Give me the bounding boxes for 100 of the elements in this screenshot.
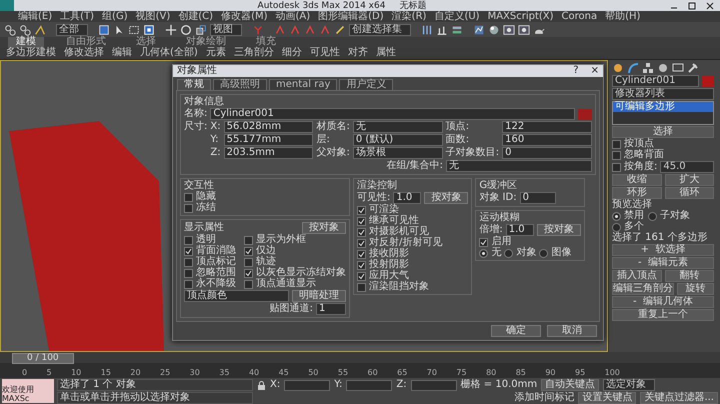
motion-tab-icon[interactable] (657, 62, 669, 74)
checkbox[interactable] (357, 272, 366, 280)
ribbon-group-label[interactable]: 属性 (376, 48, 396, 59)
rect-icon[interactable] (128, 24, 140, 36)
z-coordinate-field[interactable] (410, 380, 457, 390)
rotate-icon[interactable] (180, 24, 192, 36)
dialog-tab[interactable]: 用户定义 (339, 79, 394, 90)
menu-item[interactable]: 组(G) (102, 12, 128, 22)
checkbox[interactable] (244, 258, 253, 266)
menu-item[interactable]: 创建(C) (178, 12, 214, 22)
radio-button[interactable] (479, 248, 488, 258)
auto-key-button[interactable]: 自动关键点 (541, 379, 600, 391)
object-name-field[interactable]: Cylinder001 (612, 75, 699, 87)
by-object-button[interactable]: 按对象 (302, 222, 346, 234)
key-target-dropdown[interactable]: 选定对象 (603, 379, 656, 391)
menu-item[interactable]: 渲染(R) (392, 12, 426, 22)
radio-button[interactable] (504, 248, 514, 258)
checkbox[interactable] (244, 268, 253, 278)
hierarchy-tab-icon[interactable] (642, 62, 654, 74)
modify-tab-icon[interactable] (627, 62, 639, 74)
ribbon-tab[interactable]: 建模 (8, 37, 44, 48)
dialog-button[interactable]: 确定 (491, 325, 541, 337)
close-icon[interactable] (706, 2, 714, 10)
angle-field[interactable]: 45.0 (660, 161, 714, 173)
checkbox[interactable] (612, 162, 621, 172)
menu-item[interactable]: 工具(T) (60, 12, 94, 22)
checkbox[interactable] (244, 280, 253, 288)
ribbon-group-label[interactable]: 几何体(全部) (140, 48, 198, 59)
modifier-stack-item[interactable]: 可编辑多边形 (613, 102, 713, 112)
panel-button[interactable]: 收缩 (612, 174, 662, 186)
rollout-header[interactable]: + 软选择 (612, 244, 714, 256)
radio-button[interactable] (612, 222, 621, 232)
set-key-button[interactable]: 设置关键点 (578, 392, 636, 404)
checkbox[interactable] (357, 282, 366, 292)
reference-coordinate-dropdown[interactable]: 视图 (210, 24, 242, 36)
panel-button[interactable]: 编辑三角剖分 (612, 283, 674, 295)
visibility-field[interactable]: 1.0 (393, 192, 422, 204)
checkbox[interactable] (184, 258, 193, 266)
maxscript-listener-field[interactable]: 欢迎使用 MAXSc (2, 379, 54, 403)
modifier-list-dropdown[interactable]: 修改器列表 (612, 88, 714, 100)
menu-item[interactable]: Corona (562, 12, 598, 22)
checkbox[interactable] (184, 204, 193, 212)
ribbon-group-label[interactable]: 细分 (282, 48, 302, 59)
multiplier-field[interactable]: 1.0 (506, 224, 534, 236)
menu-item[interactable]: 编辑(E) (18, 12, 52, 22)
named-selection-dropdown[interactable]: 创建选择集 (349, 24, 411, 36)
selection-filter-dropdown[interactable]: 全部 (56, 24, 88, 36)
ribbon-group-label[interactable]: 对齐 (348, 48, 368, 59)
shaded-button[interactable]: 明暗处理 (292, 290, 346, 302)
help-button[interactable]: ? (573, 66, 579, 76)
checkbox[interactable] (357, 238, 366, 248)
key-filters-button[interactable]: 关键点过滤器... (640, 392, 718, 404)
checkbox[interactable] (184, 236, 193, 244)
x-coordinate-field[interactable] (284, 380, 330, 390)
ribbon-tab[interactable]: 对象绘制 (178, 37, 234, 48)
checkbox[interactable] (357, 216, 366, 226)
checkbox[interactable] (357, 206, 366, 214)
checkbox[interactable] (184, 280, 193, 288)
panel-button[interactable]: 循环 (664, 187, 714, 199)
checkbox[interactable] (244, 236, 253, 244)
panel-button[interactable]: 扩大 (664, 174, 714, 186)
name-field[interactable]: Cylinder001 (210, 108, 575, 120)
checkbox[interactable] (357, 228, 366, 236)
radio-button[interactable] (648, 212, 657, 220)
rollout-header[interactable]: - 编辑几何体 (612, 296, 714, 308)
create-tab-icon[interactable] (612, 62, 624, 74)
hammer-icon[interactable] (687, 62, 699, 74)
menu-item[interactable]: 修改器(M) (221, 12, 268, 22)
object-id-field[interactable]: 0 (520, 192, 556, 204)
panel-button[interactable]: 插入顶点 (612, 270, 662, 282)
checkbox[interactable] (612, 140, 621, 148)
checkbox[interactable] (479, 238, 488, 246)
rollout-header[interactable]: - 编辑元素 (612, 257, 714, 269)
rollout-header[interactable]: 选择 (612, 126, 714, 138)
ribbon-group-label[interactable]: 元素 (206, 48, 226, 59)
repeat-last-button[interactable]: 重复上一个 (612, 309, 714, 321)
maximize-icon[interactable] (688, 2, 696, 10)
checkbox[interactable] (357, 250, 366, 258)
dialog-tab[interactable]: 高级照明 (213, 79, 267, 90)
menu-item[interactable]: 动画(A) (276, 12, 310, 22)
map-channel-field[interactable]: 1 (316, 303, 346, 315)
menu-item[interactable]: MAXScript(X) (488, 12, 554, 22)
ribbon-tab[interactable]: 自由形式 (58, 37, 114, 48)
y-coordinate-field[interactable] (346, 380, 392, 390)
panel-button[interactable]: 翻转 (664, 270, 714, 282)
menu-item[interactable]: 自定义(U) (434, 12, 480, 22)
ribbon-group-label[interactable]: 编辑 (112, 48, 132, 59)
checkbox[interactable] (184, 192, 193, 202)
checkbox[interactable] (357, 260, 366, 270)
add-time-tag-link[interactable]: 添加时间标记 (514, 393, 574, 403)
ribbon-group-label[interactable]: 多边形建模 (6, 48, 56, 59)
checkbox[interactable] (184, 268, 193, 278)
dialog-tab[interactable]: 常规 (177, 79, 211, 90)
ribbon-tab[interactable]: 选择 (128, 37, 164, 48)
ribbon-group-label[interactable]: 可见性 (310, 48, 340, 59)
radio-button[interactable] (612, 212, 621, 220)
lock-icon[interactable] (257, 380, 266, 390)
vertex-color-dropdown[interactable]: 顶点颜色 (184, 290, 289, 302)
ribbon-tab[interactable]: 填充 (248, 37, 284, 48)
checkbox[interactable] (244, 246, 253, 256)
